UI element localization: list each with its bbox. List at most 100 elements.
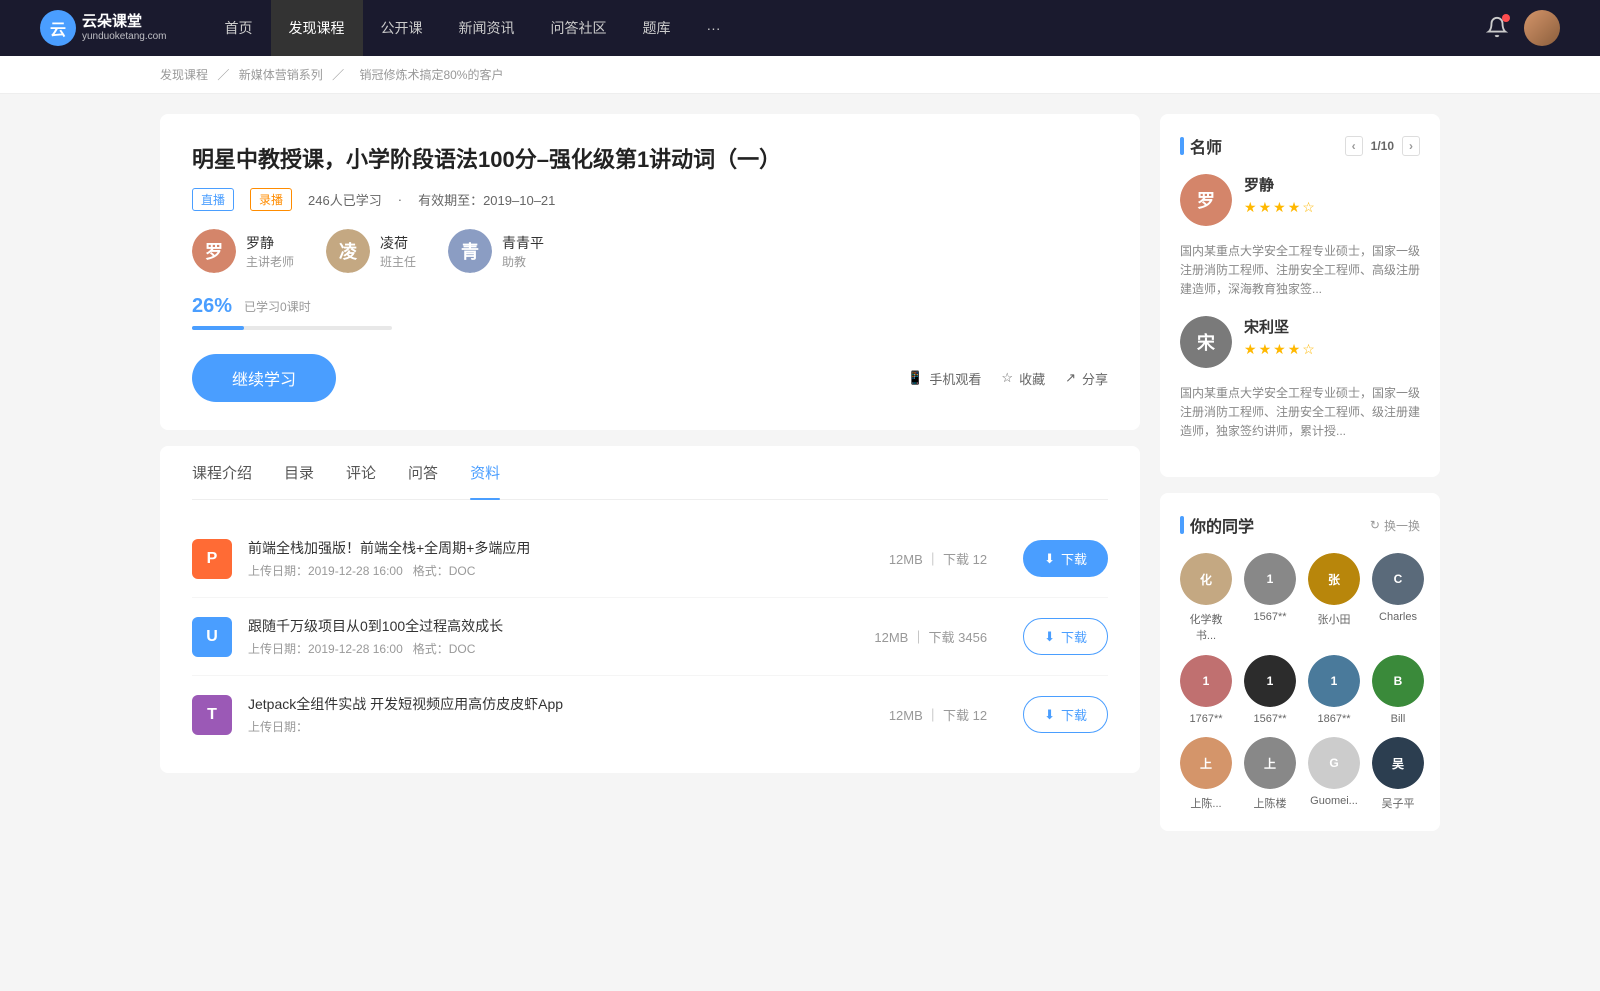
- classmate-name-2: 张小田: [1318, 611, 1351, 627]
- nav-item-···[interactable]: ···: [689, 0, 739, 56]
- teachers-row: 罗 罗静 主讲老师 凌 凌荷 班主任 青 青青平 助教: [192, 229, 1108, 273]
- sidebar-teacher-1: 宋 宋利坚 ★★★★☆ 国内某重点大学安全工程专业硕士，国家一级注册消防工程师、…: [1180, 316, 1420, 442]
- classmate-avatar-9: 上: [1244, 737, 1296, 789]
- progress-percent: 26%: [192, 295, 232, 318]
- notification-dot: [1502, 14, 1510, 22]
- classmate-item-10[interactable]: G Guomei...: [1308, 737, 1360, 811]
- logo-text: 云朵课堂 yunduoketang.com: [82, 13, 167, 43]
- tab-content: P 前端全栈加强版！前端全栈+全周期+多端应用 上传日期：2019-12-28 …: [192, 500, 1108, 773]
- teacher-avatar-2: 青: [448, 229, 492, 273]
- tab-评论[interactable]: 评论: [346, 446, 376, 499]
- download-button-2[interactable]: ⬇ 下载: [1023, 696, 1108, 733]
- file-icon-0: P: [192, 539, 232, 579]
- teacher-avatar-0: 罗: [192, 229, 236, 273]
- nav-item-问答社区[interactable]: 问答社区: [533, 0, 625, 56]
- breadcrumb-item-2[interactable]: 新媒体营销系列: [239, 68, 323, 82]
- classmate-name-0: 化学教书...: [1180, 611, 1232, 643]
- breadcrumb-current: 销冠修炼术搞定80%的客户: [359, 68, 503, 82]
- teacher-profile-1: 宋 宋利坚 ★★★★☆: [1180, 316, 1420, 368]
- sidebar-teacher-0: 罗 罗静 ★★★★☆ 国内某重点大学安全工程专业硕士，国家一级注册消防工程师、注…: [1180, 174, 1420, 300]
- refresh-icon: ↻: [1370, 518, 1380, 532]
- file-icon-2: T: [192, 695, 232, 735]
- sidebar-teacher-info-1: 宋利坚 ★★★★☆: [1244, 316, 1420, 358]
- tab-问答[interactable]: 问答: [408, 446, 438, 499]
- classmate-avatar-4: 1: [1180, 655, 1232, 707]
- file-info-2: Jetpack全组件实战 开发短视频应用高仿皮皮虾App 上传日期：: [248, 694, 873, 735]
- sidebar-teacher-name-1: 宋利坚: [1244, 316, 1420, 337]
- user-avatar[interactable]: [1524, 10, 1560, 46]
- mobile-watch-button[interactable]: 📱 手机观看: [907, 369, 981, 388]
- title-bar-2: [1180, 516, 1184, 534]
- classmates-header: 你的同学 ↻ 换一换: [1180, 513, 1420, 537]
- classmate-item-6[interactable]: 1 1867**: [1308, 655, 1360, 725]
- logo-sub: yunduoketang.com: [82, 31, 167, 43]
- file-item-2: T Jetpack全组件实战 开发短视频应用高仿皮皮虾App 上传日期： 12M…: [192, 676, 1108, 753]
- nav-item-公开课[interactable]: 公开课: [363, 0, 441, 56]
- logo-main: 云朵课堂: [82, 13, 167, 31]
- classmates-grid: 化 化学教书... 1 1567** 张 张小田 C Charles 1 176…: [1180, 553, 1420, 811]
- header: 云 云朵课堂 yunduoketang.com 首页发现课程公开课新闻资讯问答社…: [0, 0, 1600, 56]
- breadcrumb-item-1[interactable]: 发现课程: [160, 68, 208, 82]
- collect-button[interactable]: ☆ 收藏: [1001, 369, 1045, 388]
- classmate-avatar-2: 张: [1308, 553, 1360, 605]
- classmate-item-3[interactable]: C Charles: [1372, 553, 1424, 643]
- logo[interactable]: 云 云朵课堂 yunduoketang.com: [40, 10, 167, 46]
- continue-button[interactable]: 继续学习: [192, 354, 336, 402]
- classmate-name-1: 1567**: [1253, 611, 1286, 623]
- teacher-info-0: 罗静 主讲老师: [246, 233, 294, 270]
- classmate-item-11[interactable]: 吴 吴子平: [1372, 737, 1424, 811]
- download-button-0[interactable]: ⬇ 下载: [1023, 540, 1108, 577]
- notification-bell[interactable]: [1486, 16, 1508, 41]
- course-meta: 直播 录播 246人已学习 · 有效期至：2019–10–21: [192, 188, 1108, 211]
- title-bar: [1180, 137, 1184, 155]
- teacher-page-info: 1/10: [1371, 139, 1394, 153]
- tag-record: 录播: [250, 188, 292, 211]
- classmate-item-9[interactable]: 上 上陈楼: [1244, 737, 1296, 811]
- file-name-0: 前端全栈加强版！前端全栈+全周期+多端应用: [248, 538, 873, 558]
- classmate-item-0[interactable]: 化 化学教书...: [1180, 553, 1232, 643]
- teacher-avatar-1: 凌: [326, 229, 370, 273]
- nav-item-首页[interactable]: 首页: [207, 0, 271, 56]
- sidebar-teacher-desc-1: 国内某重点大学安全工程专业硕士，国家一级注册消防工程师、注册安全工程师、级注册建…: [1180, 384, 1420, 442]
- file-name-2: Jetpack全组件实战 开发短视频应用高仿皮皮虾App: [248, 694, 873, 714]
- file-name-1: 跟随千万级项目从0到100全过程高效成长: [248, 616, 858, 636]
- share-button[interactable]: ↗ 分享: [1065, 369, 1108, 388]
- classmate-name-11: 吴子平: [1382, 795, 1415, 811]
- sidebar: 名师 ‹ 1/10 › 罗 罗静 ★★★★☆ 国内某重点大学安全工程专业硕士，国…: [1160, 114, 1440, 971]
- teacher-item-1: 凌 凌荷 班主任: [326, 229, 416, 273]
- teacher-item-2: 青 青青平 助教: [448, 229, 544, 273]
- next-teacher-arrow[interactable]: ›: [1402, 136, 1420, 156]
- download-button-1[interactable]: ⬇ 下载: [1023, 618, 1108, 655]
- classmate-name-9: 上陈楼: [1254, 795, 1287, 811]
- prev-teacher-arrow[interactable]: ‹: [1345, 136, 1363, 156]
- file-stats-0: 12MB ｜ 下载 12: [889, 549, 987, 568]
- tab-目录[interactable]: 目录: [284, 446, 314, 499]
- classmate-name-6: 1867**: [1317, 713, 1350, 725]
- nav-item-新闻资讯[interactable]: 新闻资讯: [441, 0, 533, 56]
- classmates-title: 你的同学: [1180, 513, 1254, 537]
- nav-item-发现课程[interactable]: 发现课程: [271, 0, 363, 56]
- breadcrumb: 发现课程 ／ 新媒体营销系列 ／ 销冠修炼术搞定80%的客户: [0, 56, 1600, 94]
- tab-课程介绍[interactable]: 课程介绍: [192, 446, 252, 499]
- classmate-item-4[interactable]: 1 1767**: [1180, 655, 1232, 725]
- classmate-avatar-7: B: [1372, 655, 1424, 707]
- progress-bar-bg: [192, 326, 392, 330]
- tab-资料[interactable]: 资料: [470, 446, 500, 499]
- classmate-item-5[interactable]: 1 1567**: [1244, 655, 1296, 725]
- mobile-icon: 📱: [907, 370, 923, 386]
- nav-item-题库[interactable]: 题库: [625, 0, 689, 56]
- action-row: 继续学习 📱 手机观看 ☆ 收藏 ↗ 分享: [192, 354, 1108, 402]
- file-info-1: 跟随千万级项目从0到100全过程高效成长 上传日期：2019-12-28 16:…: [248, 616, 858, 657]
- logo-icon: 云: [40, 10, 76, 46]
- classmate-item-1[interactable]: 1 1567**: [1244, 553, 1296, 643]
- star-icon: ☆: [1001, 370, 1013, 386]
- classmate-item-8[interactable]: 上 上陈...: [1180, 737, 1232, 811]
- classmate-item-7[interactable]: B Bill: [1372, 655, 1424, 725]
- refresh-classmates-button[interactable]: ↻ 换一换: [1370, 517, 1420, 534]
- content-left: 明星中教授课，小学阶段语法100分–强化级第1讲动词（一） 直播 录播 246人…: [160, 114, 1140, 971]
- teacher-profile-0: 罗 罗静 ★★★★☆: [1180, 174, 1420, 226]
- classmate-name-4: 1767**: [1189, 713, 1222, 725]
- file-stats-1: 12MB ｜ 下载 3456: [874, 627, 987, 646]
- classmate-item-2[interactable]: 张 张小田: [1308, 553, 1360, 643]
- file-icon-1: U: [192, 617, 232, 657]
